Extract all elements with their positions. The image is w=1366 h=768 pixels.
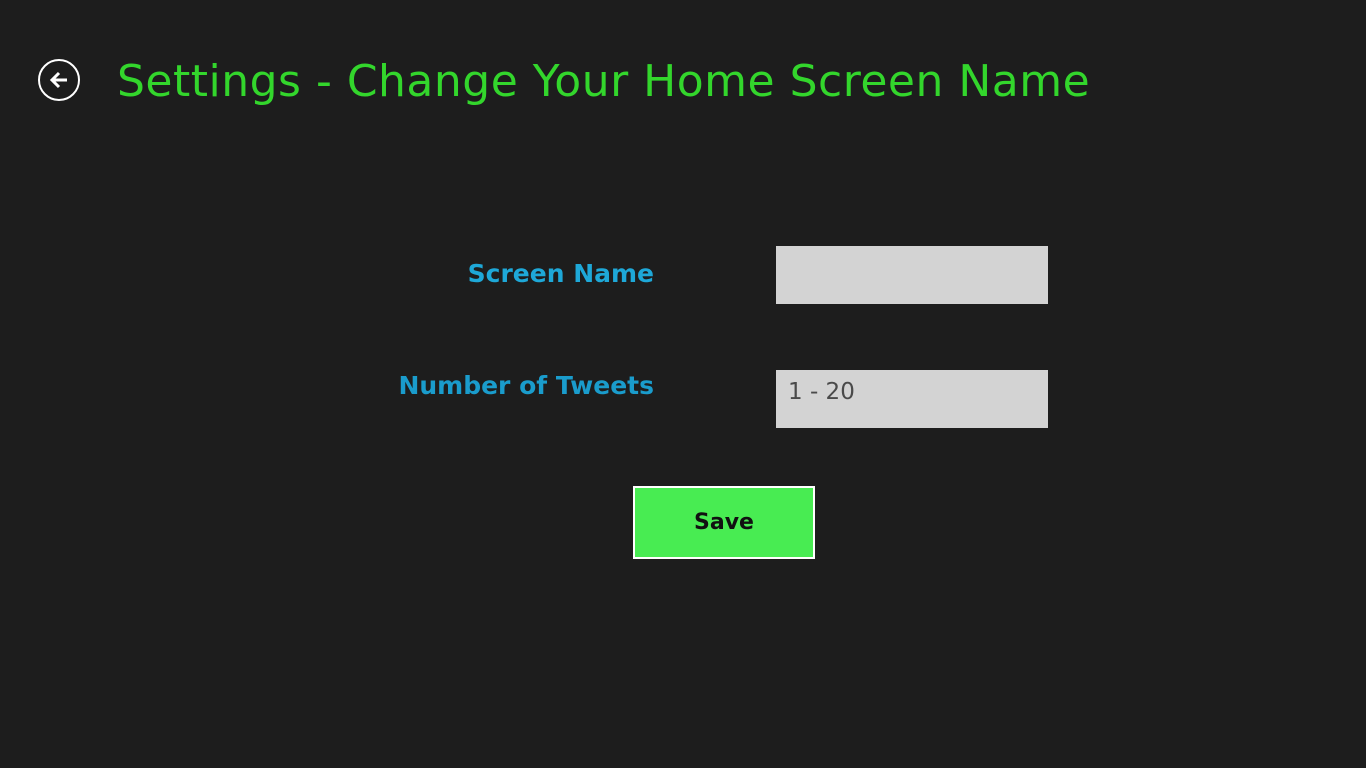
save-button[interactable]: Save bbox=[633, 486, 815, 559]
settings-page: Settings - Change Your Home Screen Name … bbox=[0, 0, 1366, 768]
number-of-tweets-input[interactable] bbox=[776, 370, 1048, 428]
screen-name-input[interactable] bbox=[776, 246, 1048, 304]
back-arrow-icon bbox=[49, 71, 67, 89]
number-of-tweets-label: Number of Tweets bbox=[398, 371, 654, 400]
page-title: Settings - Change Your Home Screen Name bbox=[117, 56, 1091, 107]
screen-name-label: Screen Name bbox=[467, 259, 654, 288]
back-button[interactable] bbox=[38, 59, 80, 101]
